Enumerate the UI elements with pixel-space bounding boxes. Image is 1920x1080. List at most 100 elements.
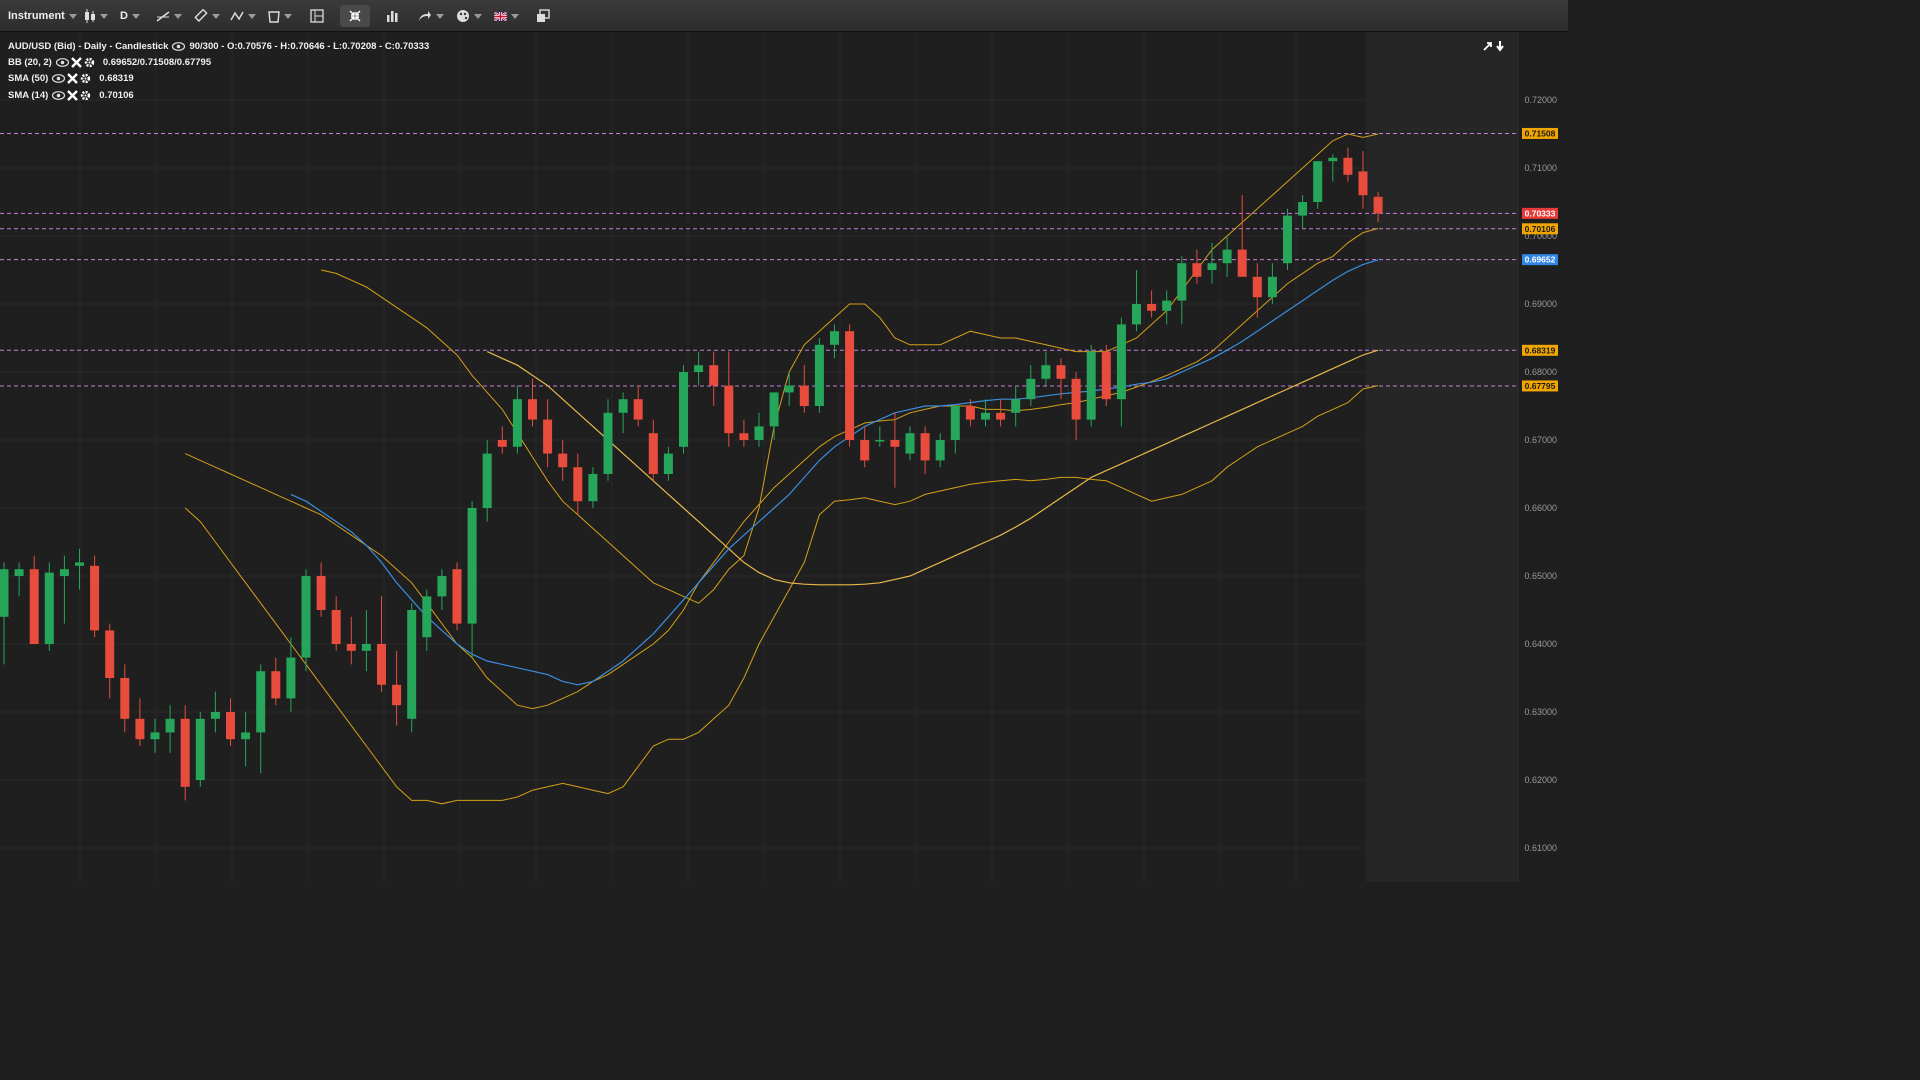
delete-drawings-dropdown[interactable] (268, 6, 292, 26)
candle[interactable] (150, 718, 160, 753)
candle[interactable] (226, 698, 235, 746)
eye-icon[interactable] (52, 90, 66, 100)
close-icon[interactable] (67, 73, 79, 85)
candle[interactable] (618, 392, 628, 434)
close-icon[interactable] (67, 89, 79, 101)
candle[interactable] (996, 399, 1006, 427)
candle[interactable] (361, 610, 371, 672)
candle[interactable] (875, 426, 885, 447)
candle[interactable] (437, 569, 447, 610)
candle[interactable] (241, 712, 251, 767)
candle[interactable] (679, 365, 688, 454)
candle[interactable] (890, 412, 900, 488)
candle[interactable] (422, 589, 432, 651)
candle[interactable] (467, 501, 477, 658)
close-icon[interactable] (70, 57, 82, 68)
candle[interactable] (452, 562, 462, 631)
candle[interactable] (1177, 256, 1187, 325)
gear-icon[interactable] (80, 90, 91, 101)
candle[interactable] (784, 372, 794, 406)
candle[interactable] (543, 399, 553, 468)
fullscreen-button[interactable] (340, 5, 370, 27)
candle[interactable] (860, 426, 870, 468)
candle[interactable] (301, 569, 311, 672)
candle[interactable] (603, 399, 613, 481)
timeframe-dropdown[interactable]: D (120, 6, 140, 26)
candle[interactable] (271, 657, 281, 706)
candle[interactable] (754, 412, 764, 447)
candle[interactable] (1071, 372, 1081, 440)
candle[interactable] (1252, 263, 1262, 318)
candle[interactable] (709, 351, 719, 406)
candle[interactable] (1267, 263, 1277, 304)
candle[interactable] (1207, 242, 1217, 284)
candle[interactable] (377, 596, 386, 692)
eye-icon[interactable] (55, 58, 69, 67)
indicators-button[interactable] (386, 6, 400, 26)
line-tools-dropdown[interactable] (156, 6, 182, 26)
candle[interactable] (135, 698, 145, 746)
candle[interactable] (105, 623, 115, 699)
popout-button[interactable] (536, 6, 550, 26)
candle[interactable] (59, 555, 69, 624)
price-chart[interactable]: 0.720000.710000.700000.690000.680000.670… (0, 32, 1568, 882)
candle[interactable] (950, 406, 960, 454)
candle[interactable] (482, 440, 492, 522)
candle[interactable] (497, 426, 507, 454)
candle[interactable] (512, 385, 522, 454)
candle[interactable] (180, 705, 190, 801)
candle[interactable] (14, 562, 24, 597)
pattern-tools-dropdown[interactable] (230, 6, 256, 26)
candle[interactable] (905, 426, 915, 461)
instrument-dropdown[interactable]: Instrument (8, 6, 77, 26)
chart-type-dropdown[interactable] (84, 6, 108, 26)
candle[interactable] (1132, 270, 1141, 332)
chart-expand-button[interactable] (1482, 39, 1508, 57)
candle[interactable] (1116, 317, 1126, 427)
candle[interactable] (1162, 290, 1172, 325)
candle[interactable] (44, 562, 54, 651)
candle[interactable] (331, 596, 341, 651)
candle[interactable] (210, 691, 220, 733)
candle[interactable] (1041, 351, 1051, 386)
theme-dropdown[interactable] (456, 6, 482, 26)
candle[interactable] (573, 453, 583, 515)
candle[interactable] (120, 664, 130, 733)
candle[interactable] (558, 440, 568, 481)
layout-button[interactable] (310, 6, 324, 26)
candle[interactable] (29, 555, 39, 644)
candle[interactable] (739, 419, 749, 447)
eye-icon[interactable] (172, 41, 186, 51)
candle[interactable] (769, 392, 779, 440)
language-dropdown[interactable] (494, 6, 519, 26)
candle[interactable] (346, 616, 356, 665)
candle[interactable] (1147, 290, 1157, 318)
candle[interactable] (1222, 236, 1232, 277)
candle[interactable] (830, 324, 839, 359)
candle[interactable] (1011, 385, 1021, 427)
candle[interactable] (1283, 208, 1292, 270)
candle[interactable] (90, 555, 100, 638)
candle[interactable] (256, 664, 266, 774)
candle[interactable] (316, 562, 326, 617)
candle[interactable] (75, 548, 84, 590)
candle[interactable] (724, 351, 734, 447)
candle[interactable] (920, 426, 930, 474)
candle[interactable] (694, 351, 704, 386)
candle[interactable] (1086, 344, 1096, 427)
candle[interactable] (633, 385, 643, 427)
candle[interactable] (195, 712, 205, 787)
candle[interactable] (1343, 147, 1353, 182)
candle[interactable] (935, 433, 945, 468)
candle[interactable] (1026, 365, 1036, 406)
candle[interactable] (1101, 344, 1111, 406)
gear-icon[interactable] (80, 73, 91, 84)
candle[interactable] (588, 467, 598, 508)
candle[interactable] (1313, 161, 1323, 209)
candle[interactable] (407, 603, 417, 733)
share-dropdown[interactable] (418, 6, 444, 26)
candle[interactable] (0, 562, 9, 665)
candle[interactable] (648, 419, 658, 481)
candle[interactable] (1298, 195, 1308, 230)
candle[interactable] (845, 324, 855, 447)
